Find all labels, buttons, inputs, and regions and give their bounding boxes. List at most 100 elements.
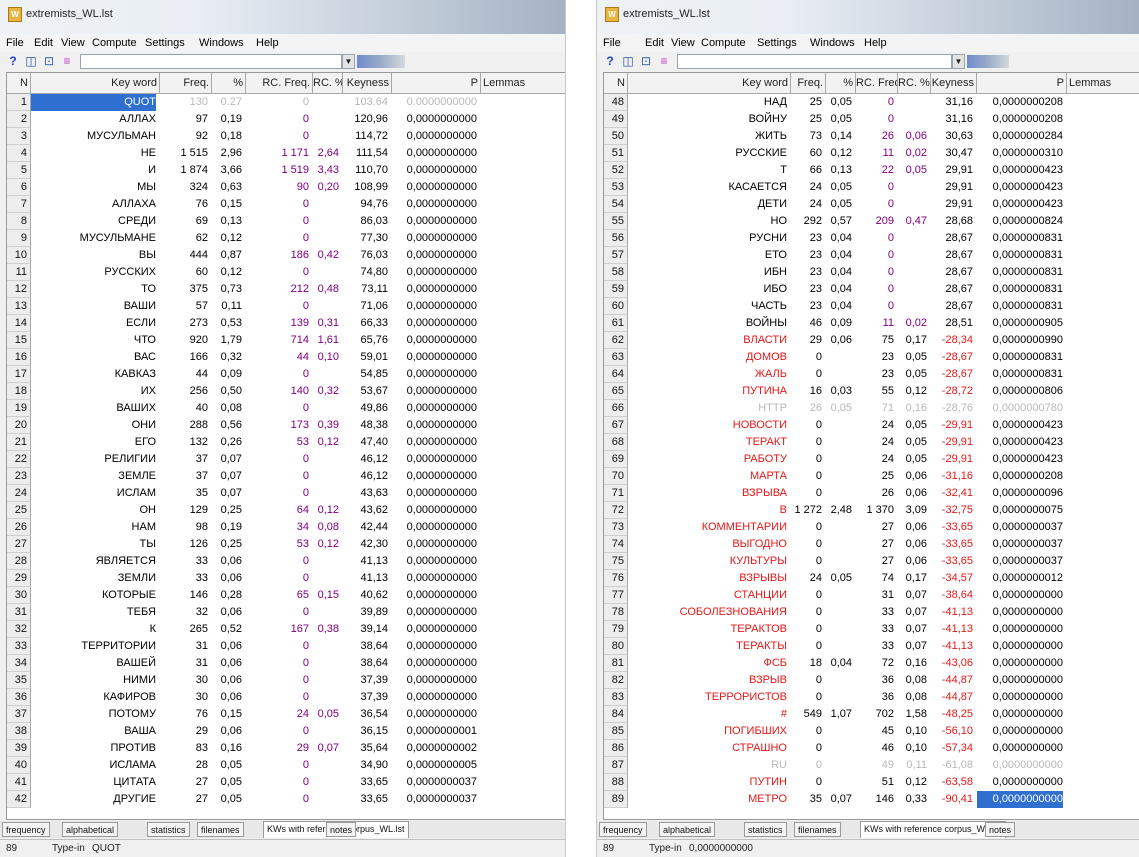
rc-percent-cell[interactable]: 0,48: [313, 281, 339, 298]
freq-cell[interactable]: 0: [791, 536, 822, 553]
keyness-cell[interactable]: -33,65: [931, 553, 973, 570]
menu-edit[interactable]: Edit: [645, 37, 664, 49]
table-row[interactable]: 65 ПУТИНА 16 0,03 55 0,12 -28,72 0,0000000806: [604, 383, 1139, 400]
key-word-cell[interactable]: ВАС: [31, 349, 156, 366]
key-word-cell[interactable]: HTTP: [628, 400, 787, 417]
p-value-cell[interactable]: 0,0000000075: [977, 502, 1063, 519]
key-word-cell[interactable]: ВЗРЫВЫ: [628, 570, 787, 587]
table-row[interactable]: 1 QUOT 130 0.27 0 103.64 0.0000000000: [7, 94, 565, 111]
rc-percent-cell[interactable]: [898, 298, 927, 315]
rc-freq-cell[interactable]: 71: [856, 400, 894, 417]
rc-percent-cell[interactable]: 0,12: [313, 536, 339, 553]
table-row[interactable]: 79 ТЕРАКТОВ 0 33 0,07 -41,13 0,0000000000: [604, 621, 1139, 638]
tab-filenames[interactable]: filenames: [794, 822, 841, 837]
rc-freq-cell[interactable]: 0: [246, 196, 309, 213]
p-value-cell[interactable]: 0,0000000000: [392, 111, 477, 128]
equals-icon[interactable]: ≡: [657, 54, 671, 68]
percent-cell[interactable]: 0,11: [212, 298, 242, 315]
freq-cell[interactable]: 57: [160, 298, 208, 315]
keyness-cell[interactable]: -32,41: [931, 485, 973, 502]
freq-cell[interactable]: 0: [791, 689, 822, 706]
table-row[interactable]: 8 СРЕДИ 69 0,13 0 86,03 0,0000000000: [7, 213, 565, 230]
rc-freq-cell[interactable]: 173: [246, 417, 309, 434]
rc-percent-cell[interactable]: 0,07: [898, 638, 927, 655]
keyness-cell[interactable]: 76,03: [343, 247, 388, 264]
keyness-cell[interactable]: 28,51: [931, 315, 973, 332]
table-row[interactable]: 73 КОММЕНТАРИИ 0 27 0,06 -33,65 0,0000000037: [604, 519, 1139, 536]
table-row[interactable]: 9 МУСУЛЬМАНЕ 62 0,12 0 77,30 0,0000000000: [7, 230, 565, 247]
percent-cell[interactable]: [826, 366, 852, 383]
percent-cell[interactable]: 0,16: [212, 740, 242, 757]
key-word-cell[interactable]: ИСЛАМ: [31, 485, 156, 502]
p-value-cell[interactable]: 0,0000000000: [392, 315, 477, 332]
rc-percent-cell[interactable]: [898, 179, 927, 196]
rc-percent-cell[interactable]: 0,06: [898, 128, 927, 145]
freq-cell[interactable]: 33: [160, 570, 208, 587]
p-value-cell[interactable]: 0,0000000831: [977, 298, 1063, 315]
key-word-cell[interactable]: В: [628, 502, 787, 519]
p-value-cell[interactable]: 0,0000000000: [392, 604, 477, 621]
freq-cell[interactable]: 1 515: [160, 145, 208, 162]
tab-kws-with-reference-corpus-wl-lst[interactable]: KWs with reference corpus_WL.lst: [860, 821, 1006, 838]
percent-cell[interactable]: 0,50: [212, 383, 242, 400]
rc-percent-cell[interactable]: 0,07: [313, 740, 339, 757]
keyness-cell[interactable]: 35,64: [343, 740, 388, 757]
table-row[interactable]: 49 ВОЙНУ 25 0,05 0 31,16 0,0000000208: [604, 111, 1139, 128]
key-word-cell[interactable]: ЖИТЬ: [628, 128, 787, 145]
rc-percent-cell[interactable]: [313, 485, 339, 502]
p-value-cell[interactable]: 0,0000000208: [977, 94, 1063, 111]
rc-freq-cell[interactable]: 186: [246, 247, 309, 264]
table-row[interactable]: 82 ВЗРЫВ 0 36 0,08 -44,87 0,0000000000: [604, 672, 1139, 689]
table-row[interactable]: 75 КУЛЬТУРЫ 0 27 0,06 -33,65 0,0000000037: [604, 553, 1139, 570]
rc-freq-cell[interactable]: 74: [856, 570, 894, 587]
keyness-cell[interactable]: 33,65: [343, 791, 388, 808]
keyness-cell[interactable]: 54,85: [343, 366, 388, 383]
key-word-cell[interactable]: ОН: [31, 502, 157, 519]
rc-freq-cell[interactable]: 0: [246, 213, 309, 230]
key-word-cell[interactable]: ТЕРРИТОРИИ: [31, 638, 156, 655]
percent-cell[interactable]: 0,57: [826, 213, 852, 230]
rc-percent-cell[interactable]: 0,05: [898, 417, 927, 434]
percent-cell[interactable]: 0,12: [826, 145, 852, 162]
table-row[interactable]: 2 АЛЛАХ 97 0,19 0 120,96 0,0000000000: [7, 111, 565, 128]
search-input[interactable]: [677, 54, 952, 69]
rc-percent-cell[interactable]: 3,43: [313, 162, 339, 179]
table-row[interactable]: 24 ИСЛАМ 35 0,07 0 43,63 0,0000000000: [7, 485, 565, 502]
freq-cell[interactable]: 0: [791, 638, 822, 655]
percent-cell[interactable]: [826, 604, 852, 621]
rc-freq-cell[interactable]: 29: [246, 740, 309, 757]
key-word-cell[interactable]: #: [628, 706, 787, 723]
percent-cell[interactable]: [826, 689, 852, 706]
percent-cell[interactable]: [826, 536, 852, 553]
p-value-cell[interactable]: 0,0000000000: [392, 196, 477, 213]
key-word-cell[interactable]: К: [31, 621, 156, 638]
rc-percent-cell[interactable]: [313, 230, 339, 247]
rc-freq-cell[interactable]: 24: [856, 434, 894, 451]
rc-percent-cell[interactable]: [898, 264, 927, 281]
rc-percent-cell[interactable]: [313, 604, 339, 621]
rc-percent-cell[interactable]: 0,06: [898, 485, 927, 502]
keyness-cell[interactable]: -29,91: [931, 434, 973, 451]
keyness-cell[interactable]: 77,30: [343, 230, 388, 247]
keyness-cell[interactable]: -44,87: [931, 672, 973, 689]
p-value-cell[interactable]: 0,0000000423: [977, 179, 1063, 196]
table-row[interactable]: 12 ТО 375 0,73 212 0,48 73,11 0,0000000000: [7, 281, 565, 298]
percent-cell[interactable]: 0,25: [212, 502, 242, 519]
freq-cell[interactable]: 28: [160, 757, 208, 774]
p-value-cell[interactable]: 0,0000000037: [392, 791, 477, 808]
rc-percent-cell[interactable]: [313, 672, 339, 689]
freq-cell[interactable]: 23: [791, 247, 822, 264]
keyness-cell[interactable]: 111,54: [343, 145, 388, 162]
percent-cell[interactable]: 0,04: [826, 264, 852, 281]
table-row[interactable]: 28 ЯВЛЯЕТСЯ 33 0,06 0 41,13 0,0000000000: [7, 553, 565, 570]
p-value-cell[interactable]: 0,0000000000: [392, 570, 477, 587]
p-value-cell[interactable]: 0,0000000000: [392, 400, 477, 417]
percent-cell[interactable]: 0,06: [212, 655, 242, 672]
freq-cell[interactable]: 0: [791, 485, 822, 502]
rc-percent-cell[interactable]: [313, 128, 339, 145]
key-word-cell[interactable]: ВЫ: [31, 247, 156, 264]
p-value-cell[interactable]: 0,0000000000: [392, 485, 477, 502]
keyness-cell[interactable]: -31,16: [931, 468, 973, 485]
table-row[interactable]: 29 ЗЕМЛИ 33 0,06 0 41,13 0,0000000000: [7, 570, 565, 587]
key-word-cell[interactable]: RU: [628, 757, 787, 774]
